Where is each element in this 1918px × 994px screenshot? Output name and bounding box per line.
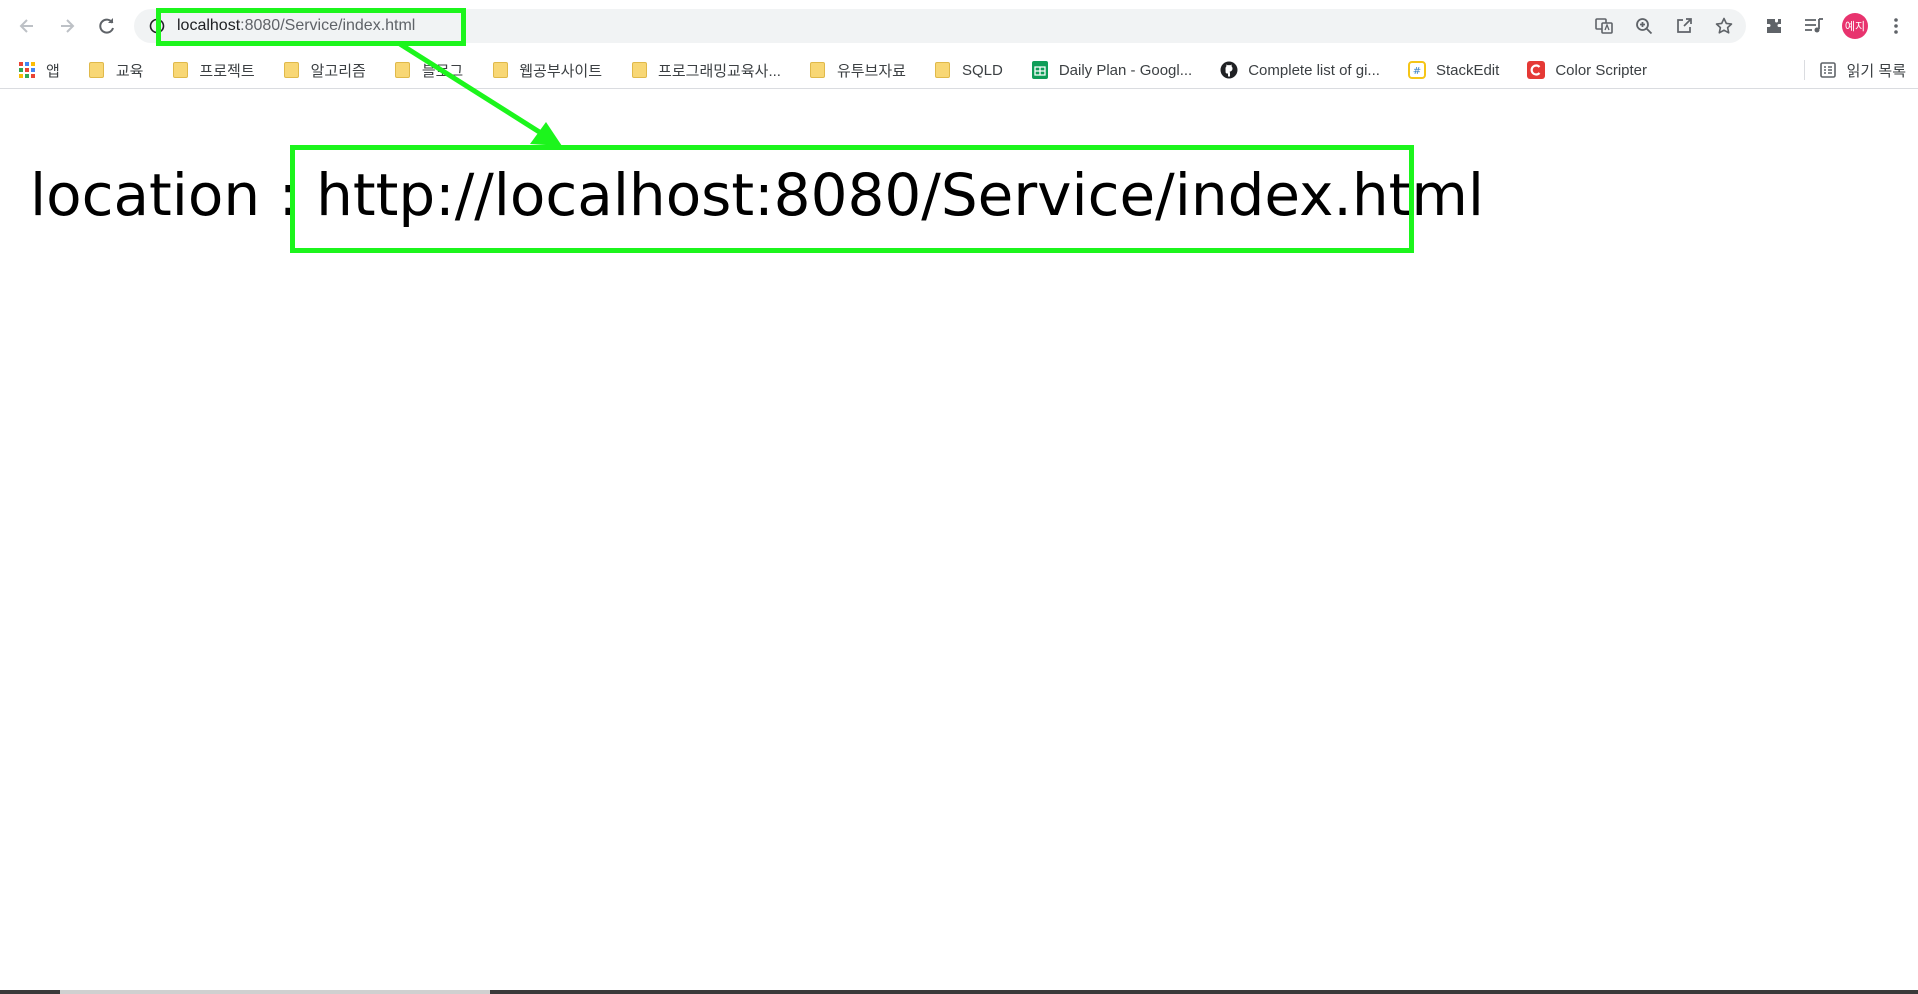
bottom-scroll-strip xyxy=(0,990,1918,994)
media-control-icon[interactable] xyxy=(1802,14,1826,38)
bookmark-label: 블로그 xyxy=(421,62,464,80)
stackedit-icon: # xyxy=(1407,61,1426,79)
bookmark-folder-sqld[interactable]: SQLD xyxy=(916,56,1013,84)
reload-button[interactable] xyxy=(93,12,121,40)
share-icon[interactable] xyxy=(1672,14,1696,38)
bookmark-apps[interactable]: 앱 xyxy=(0,56,70,84)
reload-icon xyxy=(99,18,114,34)
bookmark-label: 앱 xyxy=(46,62,60,80)
bookmark-stackedit[interactable]: # StackEdit xyxy=(1390,56,1509,84)
bookmark-label: Color Scripter xyxy=(1555,61,1648,79)
bookmark-label: 프로그래밍교육사... xyxy=(658,62,781,80)
reading-list-button[interactable]: 읽기 목록 xyxy=(1803,56,1906,84)
bookmark-label: SQLD xyxy=(961,61,1003,79)
folder-icon xyxy=(88,61,106,79)
bookmark-folder-youtube[interactable]: 유투브자료 xyxy=(791,56,916,84)
profile-avatar[interactable]: 예지 xyxy=(1842,13,1868,39)
bookmark-label: 프로젝트 xyxy=(199,62,255,80)
svg-text:#: # xyxy=(1413,66,1421,77)
bookmark-label: 유투브자료 xyxy=(836,62,906,80)
folder-icon xyxy=(171,61,189,79)
folder-icon xyxy=(809,61,827,79)
location-highlight-box xyxy=(290,145,1414,253)
bookmark-folder-education[interactable]: 교육 xyxy=(70,56,154,84)
bookmark-label: 웹공부사이트 xyxy=(519,62,603,80)
bookmarks-bar: 앱 교육 프로젝트 알고리즘 블로그 웹공부사이트 프로그래밍교육사... 유투… xyxy=(0,52,1918,89)
bookmark-daily-plan[interactable]: Daily Plan - Googl... xyxy=(1013,56,1202,84)
color-scripter-icon xyxy=(1527,61,1546,79)
bookmarks-divider xyxy=(1803,60,1805,80)
bookmark-label: 교육 xyxy=(115,62,144,80)
bookmark-star-icon[interactable] xyxy=(1712,14,1736,38)
folder-icon xyxy=(394,61,412,79)
reading-list-icon xyxy=(1819,61,1837,79)
translate-icon[interactable] xyxy=(1592,14,1616,38)
google-sheets-icon xyxy=(1031,61,1049,79)
extensions-icon[interactable] xyxy=(1762,14,1786,38)
forward-arrow-icon xyxy=(61,19,75,33)
bookmark-label: Complete list of gi... xyxy=(1248,61,1380,79)
folder-icon xyxy=(491,61,509,79)
location-label: location : xyxy=(30,161,299,229)
bookmark-label: StackEdit xyxy=(1435,61,1500,79)
folder-icon xyxy=(630,61,648,79)
apps-icon xyxy=(18,61,36,79)
more-menu-icon[interactable] xyxy=(1884,14,1908,38)
folder-icon xyxy=(934,61,952,79)
bookmark-color-scripter[interactable]: Color Scripter xyxy=(1509,56,1657,84)
forward-button[interactable] xyxy=(53,12,81,40)
github-icon xyxy=(1220,61,1238,79)
bookmark-folder-blog[interactable]: 블로그 xyxy=(376,56,473,84)
scroll-thumb[interactable] xyxy=(60,990,490,994)
url-highlight-box xyxy=(156,8,466,46)
toolbar-right-actions: 예지 xyxy=(1762,13,1908,39)
back-button[interactable] xyxy=(13,12,41,40)
reading-list-label: 읽기 목록 xyxy=(1846,62,1906,80)
bookmark-label: 알고리즘 xyxy=(310,62,366,80)
bookmark-folder-project[interactable]: 프로젝트 xyxy=(153,56,264,84)
bookmark-folder-programming-edu[interactable]: 프로그래밍교육사... xyxy=(612,56,791,84)
bookmark-folder-algorithm[interactable]: 알고리즘 xyxy=(265,56,376,84)
bookmark-label: Daily Plan - Googl... xyxy=(1058,61,1193,79)
zoom-icon[interactable] xyxy=(1632,14,1656,38)
back-arrow-icon xyxy=(19,19,33,33)
bookmark-folder-web-study[interactable]: 웹공부사이트 xyxy=(473,56,612,84)
address-bar-actions xyxy=(1592,14,1736,38)
bookmark-github-list[interactable]: Complete list of gi... xyxy=(1202,56,1390,84)
folder-icon xyxy=(283,61,301,79)
